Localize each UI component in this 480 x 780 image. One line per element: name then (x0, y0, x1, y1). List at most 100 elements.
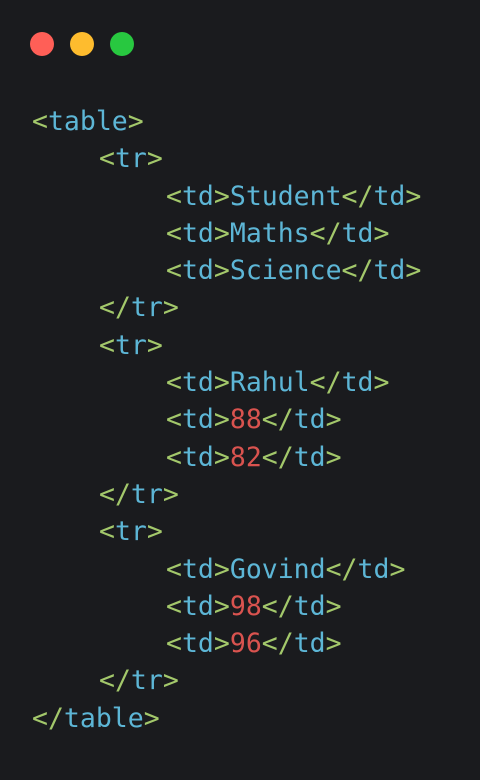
text-content: Govind (229, 553, 326, 585)
tag-name: td (293, 590, 326, 622)
tag-name: tr (114, 143, 147, 175)
number-literal: 82 (229, 441, 262, 473)
tag-bracket: < (32, 106, 48, 137)
tag-name: td (181, 217, 214, 249)
tag-bracket: < (166, 255, 182, 287)
tag-name: td (181, 590, 214, 622)
text-content: Rahul (229, 367, 310, 399)
code-line: <td>96</td> (32, 625, 421, 662)
tag-bracket: < (99, 143, 115, 175)
tag-bracket: > (389, 553, 406, 585)
code-window: <table> <tr> <td>Student</td> <td>Maths</td… (0, 0, 480, 780)
tag-bracket: > (213, 590, 230, 622)
tag-name: td (181, 553, 214, 585)
tag-bracket: > (405, 180, 422, 212)
tag-bracket: > (127, 106, 144, 137)
tag-bracket: < (99, 329, 115, 361)
close-button[interactable] (30, 32, 54, 56)
tag-bracket: > (143, 702, 160, 734)
code-line: <td>Student</td> (32, 178, 421, 215)
text-content: Science (229, 255, 342, 287)
tag-bracket: > (325, 628, 342, 660)
tag-bracket: </ (341, 255, 374, 287)
tag-bracket: </ (261, 628, 294, 660)
code-line: </tr> (32, 476, 421, 513)
tag-name: td (181, 628, 214, 660)
tag-name: tr (130, 292, 163, 324)
window-controls (30, 32, 134, 56)
tag-bracket: </ (99, 665, 131, 697)
code-line: <td>Maths</td> (32, 215, 421, 252)
tag-bracket: > (405, 255, 422, 287)
tag-bracket: </ (99, 478, 131, 510)
code-line: <tr> (32, 140, 421, 177)
code-line: <table> (32, 103, 421, 140)
tag-bracket: < (166, 441, 182, 473)
tag-bracket: < (166, 590, 182, 622)
tag-bracket: </ (309, 367, 342, 399)
code-line: <tr> (32, 513, 421, 550)
tag-bracket: < (166, 404, 182, 436)
tag-bracket: > (146, 143, 163, 175)
tag-name: td (181, 441, 214, 473)
tag-name: td (357, 553, 390, 585)
code-line: <td>98</td> (32, 588, 421, 625)
tag-name: td (181, 367, 214, 399)
tag-bracket: > (213, 180, 230, 212)
tag-name: td (373, 255, 406, 287)
tag-bracket: < (166, 628, 182, 660)
tag-name: tr (130, 665, 163, 697)
tag-bracket: > (325, 404, 342, 436)
tag-bracket: </ (99, 292, 131, 324)
tag-name: tr (114, 516, 147, 548)
tag-name: td (181, 404, 214, 436)
tag-bracket: </ (261, 441, 294, 473)
tag-bracket: < (166, 367, 182, 399)
tag-bracket: > (325, 441, 342, 473)
tag-bracket: > (213, 553, 230, 585)
tag-bracket: > (213, 217, 230, 249)
tag-bracket: < (166, 553, 182, 585)
tag-name: td (373, 180, 406, 212)
code-block: <table> <tr> <td>Student</td> <td>Maths</td… (32, 103, 421, 737)
tag-name: td (181, 180, 214, 212)
code-line: </tr> (32, 662, 421, 699)
tag-bracket: < (166, 217, 182, 249)
tag-bracket: > (213, 404, 230, 436)
tag-name: tr (130, 478, 163, 510)
tag-bracket: > (162, 292, 179, 324)
tag-bracket: </ (261, 590, 294, 622)
code-line: </table> (32, 700, 421, 737)
tag-bracket: </ (261, 404, 294, 436)
code-line: <tr> (32, 327, 421, 364)
tag-bracket: > (373, 367, 390, 399)
tag-bracket: < (99, 516, 115, 548)
tag-name: table (63, 702, 144, 734)
tag-bracket: > (213, 441, 230, 473)
tag-name: td (293, 404, 326, 436)
code-line: <td>82</td> (32, 439, 421, 476)
tag-name: tr (114, 329, 147, 361)
text-content: Maths (229, 217, 310, 249)
maximize-button[interactable] (110, 32, 134, 56)
tag-bracket: </ (341, 180, 374, 212)
tag-bracket: </ (309, 217, 342, 249)
tag-name: td (181, 255, 214, 287)
minimize-button[interactable] (70, 32, 94, 56)
tag-bracket: > (373, 217, 390, 249)
code-line: <td>Rahul</td> (32, 364, 421, 401)
tag-name: td (341, 367, 374, 399)
tag-name: td (293, 441, 326, 473)
tag-bracket: < (166, 180, 182, 212)
number-literal: 96 (229, 628, 262, 660)
tag-name: td (341, 217, 374, 249)
tag-name: td (293, 628, 326, 660)
tag-bracket: > (146, 516, 163, 548)
tag-bracket: > (162, 665, 179, 697)
tag-bracket: > (146, 329, 163, 361)
code-line: </tr> (32, 289, 421, 326)
code-line: <td>Science</td> (32, 252, 421, 289)
code-line: <td>88</td> (32, 401, 421, 438)
tag-name: table (47, 106, 128, 137)
tag-bracket: > (162, 478, 179, 510)
